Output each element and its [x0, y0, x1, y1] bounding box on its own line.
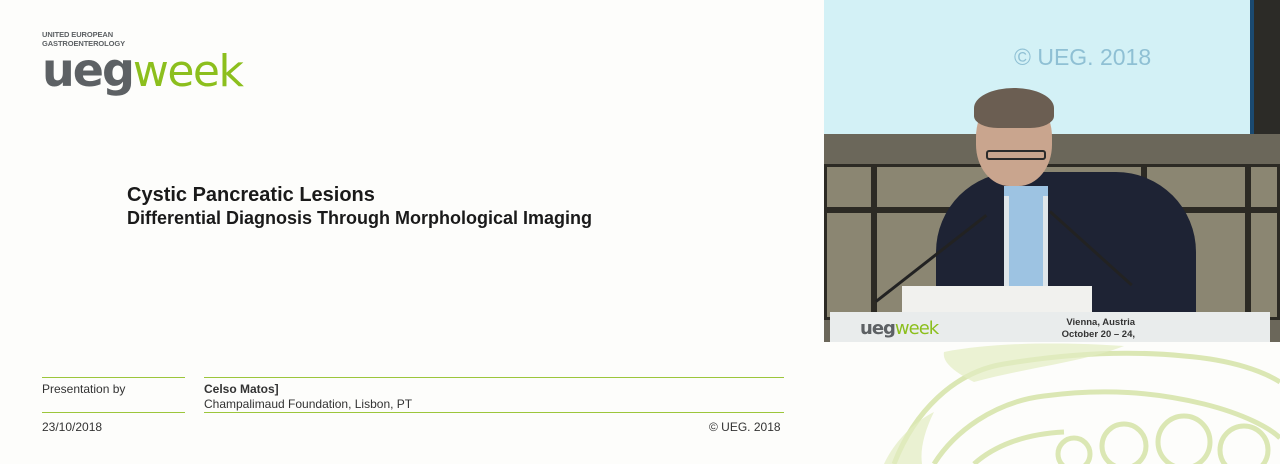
slide-subtitle: Differential Diagnosis Through Morpholog…	[127, 208, 593, 228]
speaker-lanyard	[1004, 196, 1048, 286]
slide-panel: UNITED EUROPEAN GASTROENTEROLOGY uegweek…	[0, 0, 824, 464]
screen-copyright: © UEG. 2018	[1014, 44, 1152, 70]
logo-ueg-text: ueg	[42, 43, 135, 97]
divider-right-top	[204, 377, 784, 378]
speaker-hair	[974, 88, 1054, 128]
lectern-logo-ueg: ueg	[860, 318, 896, 339]
wall-panel	[1248, 164, 1280, 210]
ueg-week-logo: UNITED EUROPEAN GASTROENTEROLOGY uegweek	[42, 30, 244, 107]
divider-left-top	[42, 377, 185, 378]
wall-panel	[1248, 210, 1280, 320]
lectern-location: Vienna, Austria	[1066, 317, 1135, 328]
divider-right-bottom	[204, 412, 784, 413]
decorative-illustration	[824, 342, 1280, 464]
presenter-name: Celso Matos]	[204, 382, 279, 396]
divider-left-bottom	[42, 412, 185, 413]
lectern-sign: uegweek Vienna, Austria October 20 – 24,…	[830, 312, 1270, 342]
slide-title: Cystic Pancreatic Lesions	[127, 184, 375, 206]
lectern-logo: uegweek	[860, 318, 939, 339]
slide-copyright: © UEG. 2018	[709, 420, 781, 434]
intestine-illustration-icon	[884, 343, 1280, 464]
logo-org-line1: UNITED EUROPEAN	[42, 30, 114, 39]
lectern-logo-week: week	[894, 318, 939, 339]
presentation-by-label: Presentation by	[42, 382, 126, 396]
speaker-video[interactable]: © UEG. 2018 uegweek Vienna, Austria Octo…	[824, 0, 1280, 342]
lectern-dates: October 20 – 24, 2018	[1061, 329, 1135, 342]
title-block: Cystic Pancreatic Lesions Differential D…	[127, 184, 592, 230]
speaker-glasses	[986, 150, 1046, 160]
logo-week-text: week	[132, 46, 244, 97]
wall-panel	[824, 164, 874, 210]
lectern-event-info: Vienna, Austria October 20 – 24, 2018	[1040, 317, 1135, 342]
presentation-date: 23/10/2018	[42, 420, 103, 434]
wall-panel	[824, 210, 874, 320]
presenter-affiliation: Champalimaud Foundation, Lisbon, PT	[204, 397, 413, 411]
